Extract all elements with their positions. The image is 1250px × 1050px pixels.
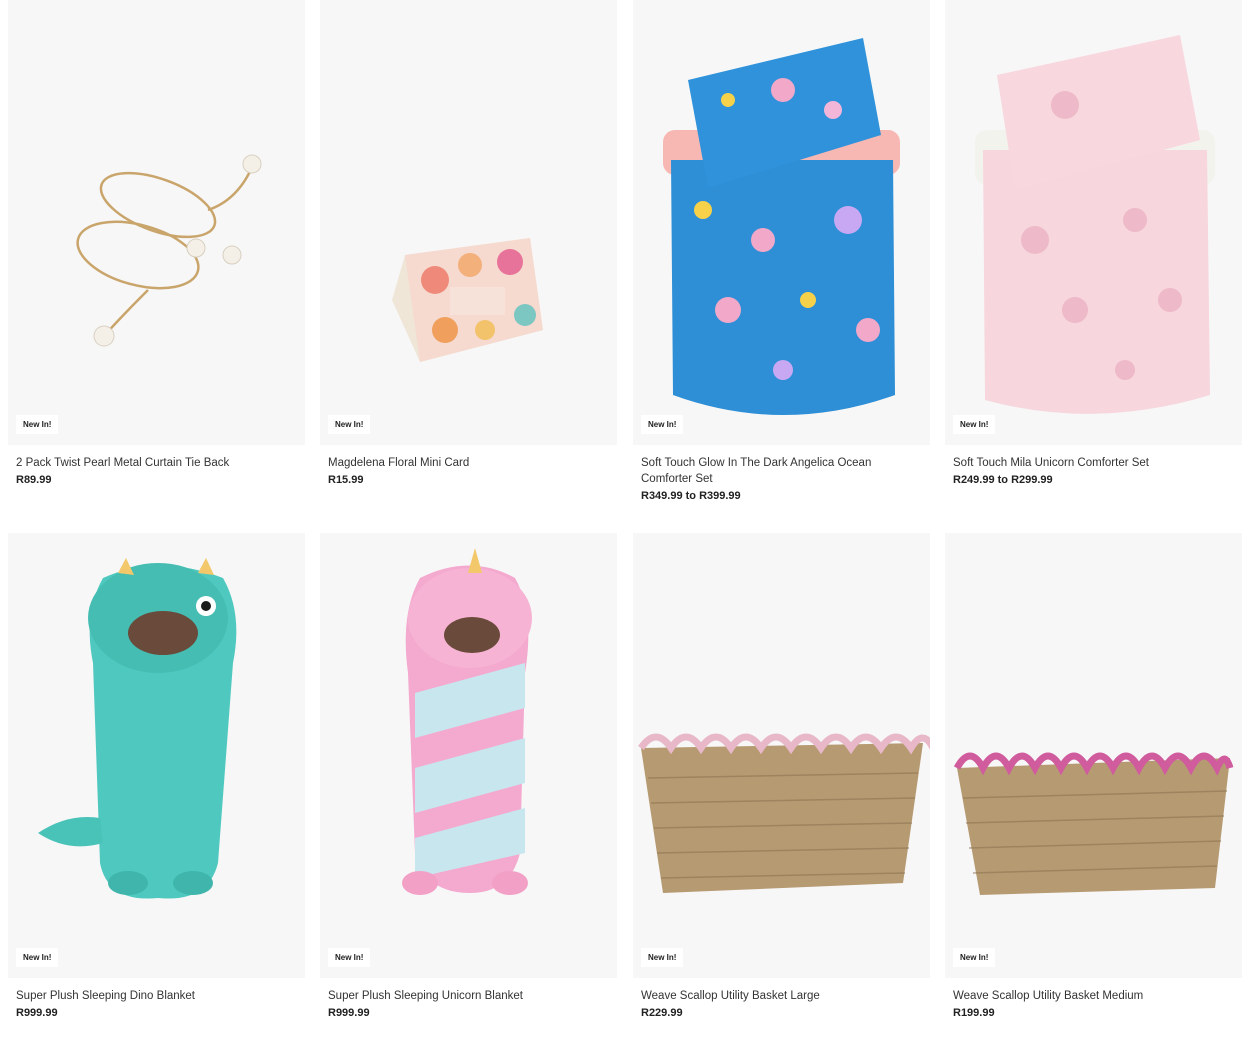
product-image[interactable]: New In! xyxy=(8,533,305,978)
new-in-badge: New In! xyxy=(641,415,684,434)
product-price: R249.99 to R299.99 xyxy=(953,474,1053,486)
product-name[interactable]: Soft Touch Glow In The Dark Angelica Oce… xyxy=(641,455,911,487)
product-card-unicorn-blanket[interactable]: New In! Super Plush Sleeping Unicorn Bla… xyxy=(320,533,617,1019)
product-card-ocean-comforter[interactable]: New In! Soft Touch Glow In The Dark Ange… xyxy=(633,0,930,502)
product-card-basket-large[interactable]: New In! Weave Scallop Utility Basket Lar… xyxy=(633,533,930,1019)
product-name[interactable]: Super Plush Sleeping Dino Blanket xyxy=(16,988,286,1004)
new-in-badge: New In! xyxy=(953,948,996,967)
product-price: R999.99 xyxy=(328,1007,370,1019)
pearl-tie-back-image xyxy=(76,154,262,347)
product-card-curtain-tie-back[interactable]: New In! 2 Pack Twist Pearl Metal Curtain… xyxy=(8,0,305,486)
product-name[interactable]: Soft Touch Mila Unicorn Comforter Set xyxy=(953,455,1223,471)
floral-card-image xyxy=(392,238,543,362)
product-image[interactable]: New In! xyxy=(320,0,617,445)
new-in-badge: New In! xyxy=(328,415,371,434)
new-in-badge: New In! xyxy=(641,948,684,967)
product-image[interactable]: New In! xyxy=(633,0,930,445)
product-card-floral-card[interactable]: New In! Magdelena Floral Mini Card R15.9… xyxy=(320,0,617,486)
product-card-unicorn-comforter[interactable]: New In! Soft Touch Mila Unicorn Comforte… xyxy=(945,0,1242,486)
product-price: R349.99 to R399.99 xyxy=(641,490,741,502)
product-name[interactable]: Weave Scallop Utility Basket Medium xyxy=(953,988,1223,1004)
product-price: R229.99 xyxy=(641,1007,683,1019)
product-price: R89.99 xyxy=(16,474,52,486)
product-image[interactable]: New In! xyxy=(945,533,1242,978)
product-price: R999.99 xyxy=(16,1007,58,1019)
product-card-dino-blanket[interactable]: New In! Super Plush Sleeping Dino Blanke… xyxy=(8,533,305,1019)
product-name[interactable]: Weave Scallop Utility Basket Large xyxy=(641,988,911,1004)
product-name[interactable]: Magdelena Floral Mini Card xyxy=(328,455,598,471)
product-name[interactable]: 2 Pack Twist Pearl Metal Curtain Tie Bac… xyxy=(16,455,286,471)
basket-large-image xyxy=(638,733,930,893)
product-image[interactable]: New In! xyxy=(320,533,617,978)
new-in-badge: New In! xyxy=(16,415,59,434)
product-image[interactable]: New In! xyxy=(945,0,1242,445)
product-card-basket-medium[interactable]: New In! Weave Scallop Utility Basket Med… xyxy=(945,533,1242,1019)
new-in-badge: New In! xyxy=(953,415,996,434)
basket-medium-image xyxy=(953,752,1234,895)
product-image[interactable]: New In! xyxy=(633,533,930,978)
dino-blanket-image xyxy=(38,558,237,899)
product-name[interactable]: Super Plush Sleeping Unicorn Blanket xyxy=(328,988,598,1004)
unicorn-blanket-image xyxy=(402,548,532,895)
unicorn-comforter-image xyxy=(975,35,1215,414)
ocean-comforter-image xyxy=(663,38,900,415)
product-price: R15.99 xyxy=(328,474,364,486)
product-price: R199.99 xyxy=(953,1007,995,1019)
product-image[interactable]: New In! xyxy=(8,0,305,445)
new-in-badge: New In! xyxy=(16,948,59,967)
new-in-badge: New In! xyxy=(328,948,371,967)
